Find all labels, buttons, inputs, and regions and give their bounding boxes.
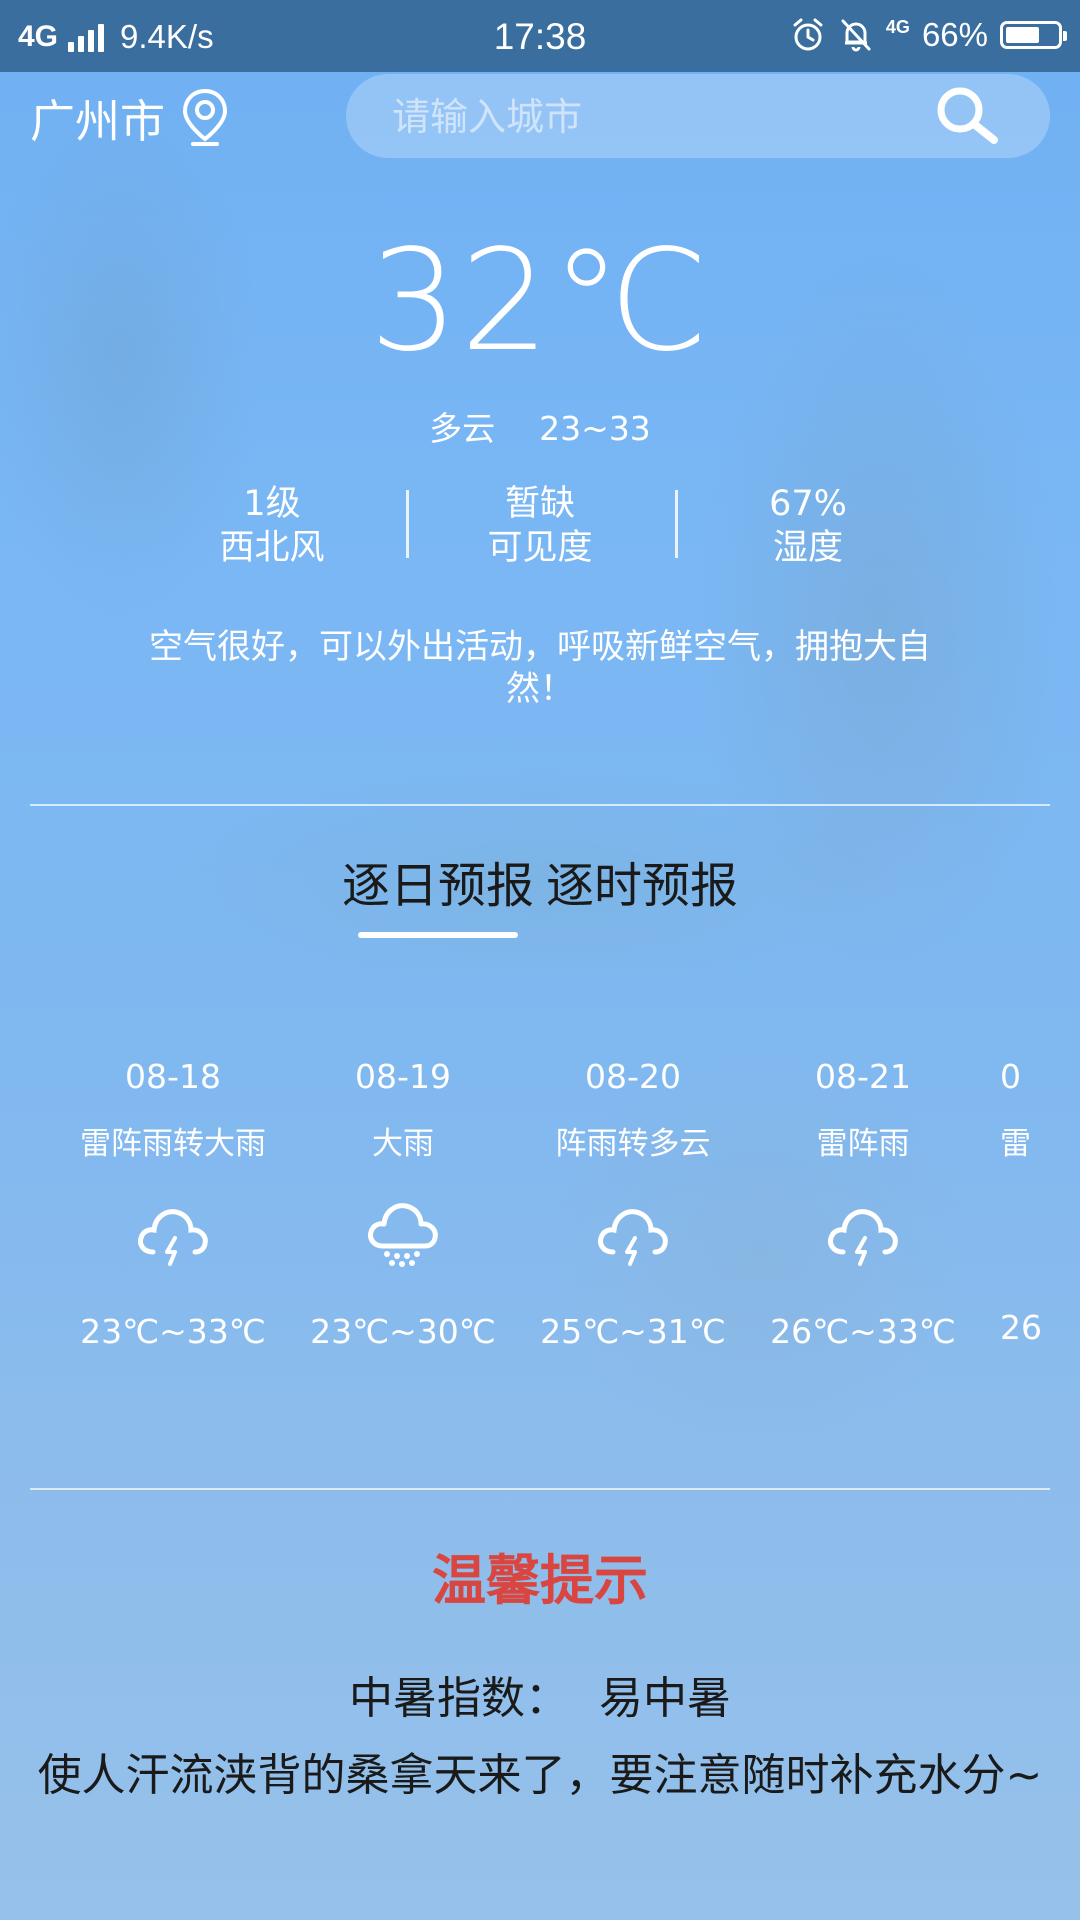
air-quality-advice: 空气很好，可以外出活动，呼吸新鲜空气，拥抱大自然！ [149, 627, 931, 709]
city-selector[interactable]: 广州市 [30, 82, 231, 152]
forecast-date: 08-19 [355, 1057, 451, 1096]
forecast-date: 08-21 [815, 1057, 911, 1096]
visibility-label: 可见度 [487, 528, 593, 568]
forecast-condition: 雷阵雨转大雨 [80, 1126, 266, 1162]
thunderstorm-icon [1000, 1202, 1050, 1268]
forecast-day-partial[interactable]: 0 雷 26 [978, 1052, 1050, 1350]
search-icon[interactable] [932, 84, 1002, 148]
thunderstorm-icon [138, 1209, 208, 1266]
heavy-rain-icon [368, 1203, 438, 1267]
section-divider [30, 1488, 1050, 1490]
forecast-tabs: 逐日预报 逐时预报 [0, 846, 1080, 938]
city-search-input[interactable] [390, 88, 934, 146]
forecast-condition: 阵雨转多云 [555, 1126, 711, 1162]
thunderstorm-icon [598, 1209, 668, 1266]
city-name: 广州市 [30, 94, 166, 148]
stat-divider [675, 490, 678, 558]
wind-stat: 1级 西北风 [172, 482, 372, 570]
forecast-day[interactable]: 08-19 大雨 23℃~30℃ [288, 1052, 518, 1354]
forecast-day[interactable]: 08-20 阵雨转多云 25℃~31℃ [518, 1052, 748, 1354]
weather-stats: 1级 西北风 暂缺 可见度 67% 湿度 [0, 482, 1080, 582]
visibility-stat: 暂缺 可见度 [440, 482, 640, 570]
forecast-temp-range: 23℃~33℃ [80, 1312, 266, 1351]
humidity-value: 67% [769, 484, 847, 524]
forecast-day[interactable]: 08-18 雷阵雨转大雨 23℃~33℃ [58, 1052, 288, 1354]
forecast-condition: 雷 [1000, 1126, 1031, 1162]
status-right: 4G 66% [790, 16, 1067, 54]
battery-fill [1006, 27, 1039, 43]
tab-hourly-forecast[interactable]: 逐时预报 [546, 846, 738, 938]
forecast-condition: 大雨 [372, 1126, 434, 1162]
forecast-temp-range: 26 [1000, 1308, 1042, 1347]
heatstroke-index-label: 中暑指数： [349, 1673, 569, 1724]
humidity-label: 湿度 [772, 528, 843, 568]
status-bar: 4G 9.4K/s 17:38 4G 66% [0, 0, 1080, 72]
battery-percent: 66% [921, 16, 988, 53]
current-condition: 多云 [429, 409, 496, 448]
stat-divider [406, 490, 409, 558]
forecast-temp-range: 26℃~33℃ [770, 1312, 956, 1351]
current-summary: 多云 23~33 [0, 402, 1080, 450]
visibility-value: 暂缺 [504, 484, 575, 524]
wind-direction: 西北风 [219, 528, 325, 568]
heatstroke-index: 中暑指数： 易中暑 [0, 1662, 1080, 1726]
section-divider [30, 804, 1050, 806]
tab-daily-forecast[interactable]: 逐日预报 [342, 846, 534, 938]
location-pin-icon[interactable] [179, 87, 231, 147]
data-network-indicator: 4G [885, 16, 910, 37]
forecast-temp-range: 23℃~30℃ [310, 1312, 496, 1351]
current-range: 23~33 [539, 409, 651, 448]
forecast-date: 08-20 [585, 1057, 681, 1096]
humidity-stat: 67% 湿度 [708, 482, 908, 570]
forecast-date: 08-18 [125, 1057, 221, 1096]
tips-text: 使人汗流浃背的桑拿天来了，要注意随时补充水分~ [37, 1750, 1043, 1801]
current-temperature: 32℃ [369, 220, 711, 383]
thunderstorm-icon [828, 1209, 898, 1266]
wind-level: 1级 [243, 484, 301, 524]
forecast-temp-range: 25℃~31℃ [540, 1312, 726, 1351]
forecast-condition: 雷阵雨 [816, 1126, 910, 1162]
battery-icon [1000, 21, 1067, 49]
mute-bell-icon [841, 19, 871, 52]
alarm-icon [793, 18, 823, 51]
tips-title: 温馨提示 [432, 1549, 648, 1612]
daily-forecast-list[interactable]: 08-18 雷阵雨转大雨 23℃~33℃ 08-19 大雨 23℃~30℃ 08… [58, 1052, 1050, 1362]
search-bar [346, 74, 1050, 158]
forecast-day[interactable]: 08-21 雷阵雨 26℃~33℃ [748, 1052, 978, 1354]
forecast-date: 0 [1000, 1057, 1021, 1096]
heatstroke-index-value: 易中暑 [599, 1673, 731, 1724]
